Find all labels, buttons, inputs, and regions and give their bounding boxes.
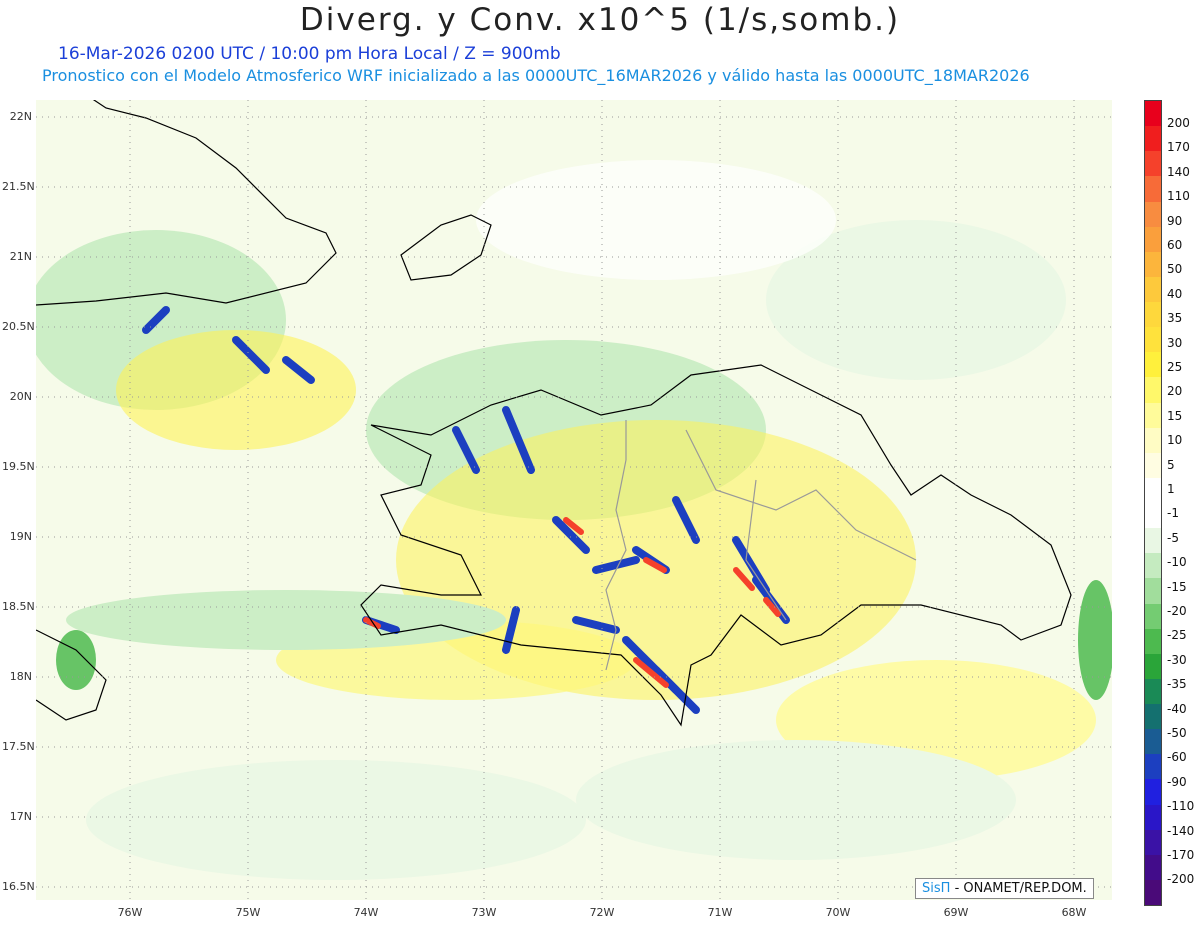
- divergence-map: [36, 100, 1112, 900]
- colorbar-swatch: [1145, 352, 1161, 378]
- colorbar-swatch: [1145, 503, 1161, 529]
- colorbar-swatch: [1145, 704, 1161, 730]
- colorbar-swatch: [1145, 427, 1161, 453]
- colorbar-label: -40: [1167, 701, 1187, 716]
- lat-label: 20N: [9, 390, 32, 403]
- colorbar-swatch: [1145, 126, 1161, 152]
- forecast-time-subtitle: 16-Mar-2026 0200 UTC / 10:00 pm Hora Loc…: [58, 44, 561, 64]
- colorbar-swatch: [1145, 754, 1161, 780]
- colorbar-swatch: [1145, 854, 1161, 880]
- colorbar-label: 170: [1167, 140, 1190, 155]
- colorbar-label: 40: [1167, 286, 1183, 301]
- colorbar-swatch: [1145, 101, 1161, 127]
- colorbar-swatch: [1145, 302, 1161, 328]
- credit-org: - ONAMET/REP.DOM.: [954, 881, 1087, 896]
- lon-label: 69W: [943, 906, 969, 919]
- colorbar-label: 50: [1167, 262, 1183, 277]
- colorbar-swatch: [1145, 402, 1161, 428]
- lat-label: 22N: [9, 110, 32, 123]
- colorbar-label: -10: [1167, 555, 1187, 570]
- colorbar-swatch: [1145, 653, 1161, 679]
- colorbar-swatch: [1145, 578, 1161, 604]
- colorbar-swatch: [1145, 452, 1161, 478]
- colorbar-label: -50: [1167, 726, 1187, 740]
- colorbar-label: 110: [1167, 189, 1190, 204]
- lat-label: 16.5N: [2, 880, 35, 893]
- colorbar-swatch: [1145, 327, 1161, 353]
- colorbar-swatch: [1145, 804, 1161, 830]
- colorbar-label: -140: [1167, 823, 1195, 838]
- lat-label: 18N: [9, 670, 32, 683]
- colorbar-swatch: [1145, 528, 1161, 554]
- colorbar-swatch: [1145, 553, 1161, 579]
- colorbar-label: -110: [1167, 799, 1195, 814]
- colorbar-swatch: [1145, 729, 1161, 755]
- colorbar-label: 25: [1167, 360, 1183, 374]
- colorbar-label: 35: [1167, 311, 1183, 326]
- colorbar-swatch: [1145, 377, 1161, 403]
- credit-box: SisΠ - ONAMET/REP.DOM.: [915, 878, 1094, 899]
- lon-label: 72W: [589, 906, 615, 919]
- lat-label: 19N: [9, 530, 32, 543]
- colorbar-swatch: [1145, 151, 1161, 177]
- colorbar-swatch: [1145, 779, 1161, 805]
- colorbar-swatch: [1145, 603, 1161, 629]
- sis-logo-text: SisΠ: [922, 881, 951, 896]
- lat-label: 17N: [9, 810, 32, 823]
- colorbar-swatch: [1145, 251, 1161, 277]
- lon-label: 71W: [707, 906, 733, 919]
- colorbar-label: -15: [1167, 579, 1187, 594]
- colorbar-label: 140: [1167, 164, 1190, 179]
- lat-label: 20.5N: [2, 320, 35, 333]
- colorbar-label: -20: [1167, 604, 1187, 618]
- lon-label: 76W: [117, 906, 143, 919]
- colorbar-label: 60: [1167, 238, 1183, 252]
- colorbar-label: 5: [1167, 457, 1175, 472]
- chart-title: Diverg. y Conv. x10^5 (1/s,somb.): [299, 2, 901, 38]
- colorbar-label: 90: [1167, 213, 1183, 228]
- colorbar-label: 200: [1167, 116, 1190, 130]
- lat-label: 17.5N: [2, 740, 35, 753]
- colorbar: [1144, 100, 1162, 906]
- colorbar-label: -25: [1167, 628, 1187, 643]
- field-shading: [36, 160, 1112, 880]
- colorbar-label: -170: [1167, 848, 1195, 862]
- lon-label: 68W: [1061, 906, 1087, 919]
- colorbar-swatch: [1145, 276, 1161, 302]
- colorbar-label: -35: [1167, 677, 1187, 692]
- colorbar-label: 15: [1167, 408, 1183, 423]
- colorbar-swatch: [1145, 678, 1161, 704]
- lon-label: 73W: [471, 906, 497, 919]
- colorbar-swatch: [1145, 176, 1161, 202]
- lon-label: 74W: [353, 906, 379, 919]
- colorbar-label: 1: [1167, 482, 1175, 496]
- lat-label: 21.5N: [2, 180, 35, 193]
- colorbar-label: 10: [1167, 433, 1183, 448]
- lon-label: 75W: [235, 906, 261, 919]
- colorbar-label: -200: [1167, 872, 1195, 887]
- lat-label: 21N: [9, 250, 32, 263]
- colorbar-label: 30: [1167, 335, 1183, 350]
- colorbar-swatch: [1145, 829, 1161, 855]
- colorbar-label: -5: [1167, 530, 1179, 545]
- lat-label: 19.5N: [2, 460, 35, 473]
- colorbar-label: -60: [1167, 750, 1187, 765]
- lat-label: 18.5N: [2, 600, 35, 613]
- colorbar-swatch: [1145, 226, 1161, 252]
- map-svg: [36, 100, 1112, 900]
- colorbar-label: -90: [1167, 774, 1187, 789]
- colorbar-swatch: [1145, 477, 1161, 503]
- lon-label: 70W: [825, 906, 851, 919]
- colorbar-label: -1: [1167, 506, 1179, 521]
- colorbar-swatch: [1145, 201, 1161, 227]
- colorbar-swatch: [1145, 879, 1161, 905]
- colorbar-label: -30: [1167, 652, 1187, 667]
- colorbar-label: 20: [1167, 384, 1183, 399]
- colorbar-swatch: [1145, 628, 1161, 654]
- model-info-subtitle: Pronostico con el Modelo Atmosferico WRF…: [42, 66, 1030, 85]
